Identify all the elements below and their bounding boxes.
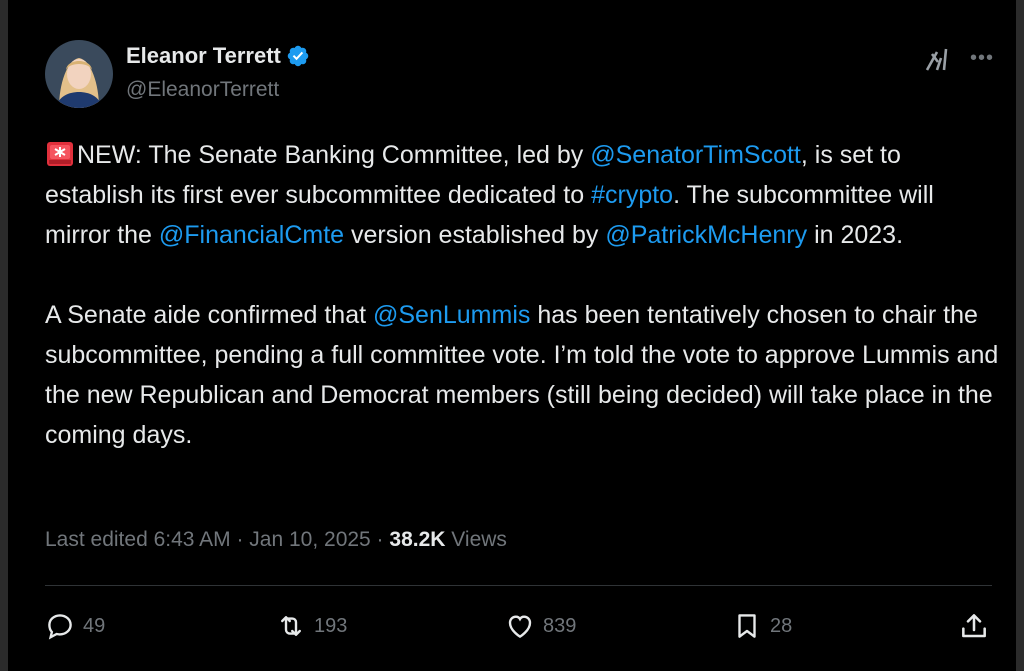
mention-senlummis[interactable]: @SenLummis	[373, 301, 530, 329]
rotating-light-emoji-icon	[47, 142, 73, 166]
tweet-paragraph-1: NEW: The Senate Banking Committee, led b…	[45, 135, 1005, 255]
repost-count: 193	[314, 614, 348, 637]
tweet-paragraph-2: A Senate aide confirmed that @SenLummis …	[45, 295, 1005, 455]
tweet-card: Eleanor Terrett @EleanorTerrett ••• NEW:…	[8, 0, 1016, 671]
bookmark-button[interactable]: 28	[732, 610, 792, 642]
tweet-text-segment: A Senate aide confirmed that	[45, 301, 373, 329]
more-options-icon[interactable]: •••	[968, 44, 996, 72]
bookmark-icon	[738, 614, 756, 638]
like-button[interactable]: 839	[505, 610, 576, 642]
mention-senatortimscott[interactable]: @SenatorTimScott	[590, 141, 801, 169]
avatar[interactable]	[45, 40, 113, 108]
repost-button[interactable]: 193	[276, 610, 347, 642]
share-icon[interactable]	[958, 610, 990, 642]
tweet-text: NEW: The Senate Banking Committee, led b…	[45, 135, 1005, 455]
bookmark-count: 28	[770, 614, 793, 637]
views-label: Views	[445, 528, 507, 551]
reply-count: 49	[83, 614, 106, 637]
tweet-text-segment: in 2023.	[807, 221, 904, 249]
tweet-text-segment: NEW: The Senate Banking Committee, led b…	[77, 141, 591, 169]
grok-icon[interactable]	[924, 46, 952, 74]
like-count: 839	[543, 614, 577, 637]
repost-icon	[281, 616, 301, 636]
edited-timestamp[interactable]: Last edited 6:43 AM · Jan 10, 2025 ·	[45, 528, 389, 551]
verified-badge-icon	[287, 45, 309, 67]
author-handle[interactable]: @EleanorTerrett	[126, 78, 279, 102]
mention-financialcmte[interactable]: @FinancialCmte	[159, 221, 344, 249]
hashtag-crypto[interactable]: #crypto	[591, 181, 673, 209]
author-name[interactable]: Eleanor Terrett	[126, 43, 281, 69]
tweet-meta: Last edited 6:43 AM · Jan 10, 2025 · 38.…	[45, 528, 507, 552]
divider	[45, 585, 992, 586]
reply-button[interactable]: 49	[45, 610, 105, 642]
author-name-row[interactable]: Eleanor Terrett	[126, 43, 310, 69]
reply-icon	[48, 614, 72, 640]
heart-icon	[508, 615, 532, 639]
mention-patrickmchenry[interactable]: @PatrickMcHenry	[605, 221, 807, 249]
views-count: 38.2K	[389, 528, 446, 551]
tweet-text-segment: version established by	[344, 221, 606, 249]
